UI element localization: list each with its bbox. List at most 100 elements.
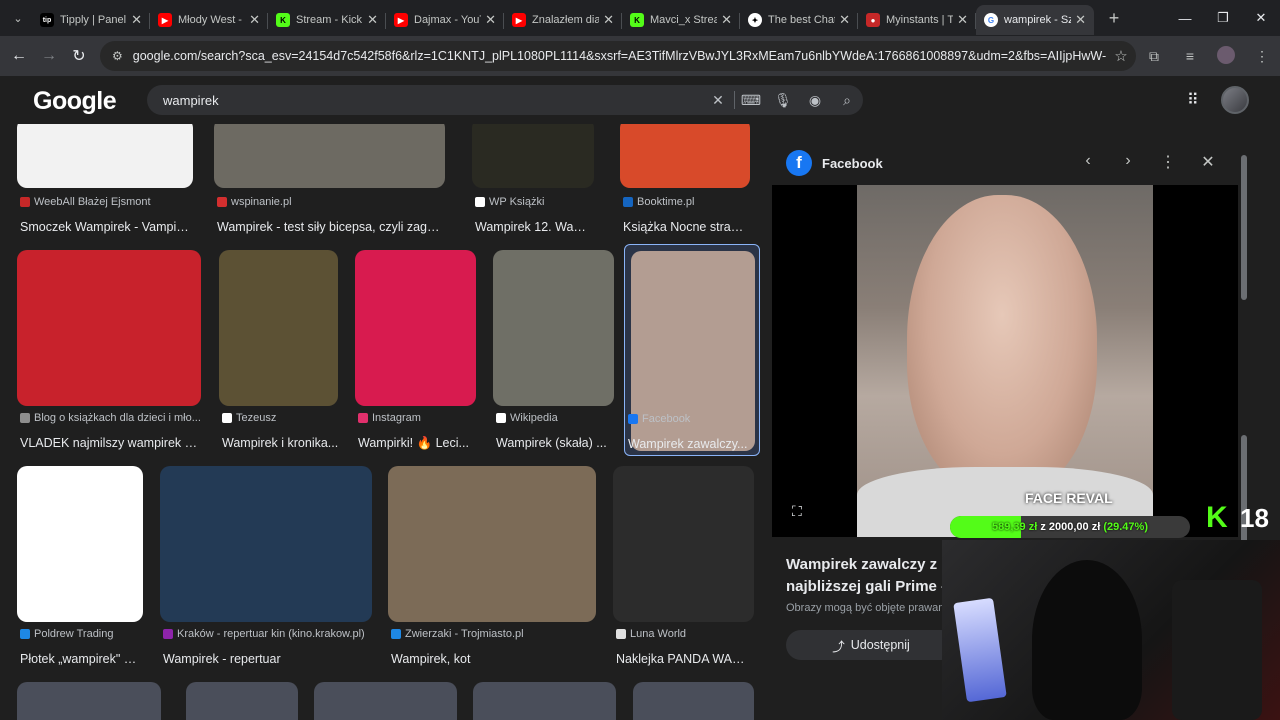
result-source[interactable]: Kraków - repertuar kin (kino.krakow.pl) — [163, 628, 415, 640]
result-title[interactable]: Płotek „wampirek" 1... — [20, 652, 140, 666]
google-logo[interactable]: Google — [33, 87, 117, 116]
browser-tab[interactable]: ▶ Młody West - B ✕ — [150, 5, 268, 35]
google-lens-icon[interactable]: ◉ — [799, 92, 831, 109]
browser-menu-icon[interactable]: ⋮ — [1244, 48, 1280, 65]
google-apps-icon[interactable]: ⠿ — [1187, 90, 1207, 110]
result-thumbnail[interactable] — [219, 250, 338, 406]
result-title[interactable]: Wampirek, kot — [391, 652, 593, 666]
forward-arrow-icon[interactable]: → — [34, 47, 64, 65]
browser-tab[interactable]: ✦ The best ChatB ✕ — [740, 5, 858, 35]
result-thumbnail[interactable] — [17, 466, 143, 622]
result-title[interactable]: Naklejka PANDA WAM... — [616, 652, 751, 666]
tab-close-icon[interactable]: ✕ — [1075, 12, 1086, 28]
tab-close-icon[interactable]: ✕ — [367, 12, 378, 28]
result-thumbnail[interactable] — [160, 466, 372, 622]
browser-tab[interactable]: ● Myinstants | Th ✕ — [858, 5, 976, 35]
result-title[interactable]: Wampirek zawalczy... — [628, 437, 758, 451]
chevron-right-icon[interactable]: › — [1108, 152, 1148, 172]
result-title[interactable]: Książka Nocne strach... — [623, 220, 747, 234]
image-result-card[interactable]: Instagram Wampirki! 🔥 Leci... — [355, 250, 476, 456]
result-thumbnail[interactable] — [17, 124, 193, 188]
result-thumbnail[interactable] — [633, 682, 754, 720]
image-result-card[interactable]: WP Książki Wampirek 12. Wamp... — [472, 124, 595, 240]
result-thumbnail[interactable] — [186, 682, 298, 720]
result-title[interactable]: Wampirki! 🔥 Leci... — [358, 436, 478, 451]
minimize-icon[interactable]: — — [1166, 0, 1204, 36]
browser-tab[interactable]: K Mavci_x Stream✕ — [622, 5, 740, 35]
tab-close-icon[interactable]: ✕ — [957, 12, 968, 28]
keyboard-icon[interactable]: ⌨ — [735, 92, 767, 109]
panel-title[interactable]: Wampirek zawalczy z M najbliższej gali P… — [786, 554, 946, 598]
extensions-icon[interactable]: ⧉ — [1136, 48, 1172, 65]
image-result-card[interactable]: Facebook Wampirek zawalczy... — [624, 244, 760, 456]
browser-tab[interactable]: K Stream - Kick D ✕ — [268, 5, 386, 35]
tab-close-icon[interactable]: ✕ — [721, 12, 732, 28]
address-bar[interactable]: ⚙ google.com/search?sca_esv=24154d7c542f… — [100, 41, 1136, 71]
image-result-card[interactable]: Zwierzaki - Trojmiasto.pl Wampirek, kot — [388, 466, 596, 672]
result-thumbnail[interactable] — [314, 682, 457, 720]
microphone-icon[interactable]: 🎙 — [767, 92, 799, 109]
result-title[interactable]: Wampirek i kronika... — [222, 436, 342, 450]
panel-source-name[interactable]: Facebook — [822, 156, 883, 171]
new-tab-button[interactable]: + — [1100, 8, 1128, 29]
image-result-card[interactable]: WeebAll Błażej Ejsmont Smoczek Wampirek -… — [17, 124, 193, 240]
result-title[interactable]: Smoczek Wampirek - Vampir... — [20, 220, 190, 234]
lens-search-icon[interactable]: ⛶ — [792, 503, 810, 521]
clear-search-icon[interactable]: ✕ — [702, 92, 734, 109]
image-result-card[interactable]: Kraków - repertuar kin (kino.krakow.pl) W… — [160, 466, 372, 672]
search-box[interactable]: wampirek ✕ ⌨ 🎙 ◉ ⌕ — [147, 85, 863, 115]
result-title[interactable]: VLADEK najmilszy wampirek n... — [20, 436, 198, 450]
image-result-card[interactable]: Booktime.pl Książka Nocne strach... — [620, 124, 750, 240]
result-source[interactable]: Facebook — [628, 413, 770, 425]
result-thumbnail[interactable] — [620, 124, 750, 188]
result-thumbnail[interactable] — [214, 124, 445, 188]
result-thumbnail[interactable] — [17, 682, 161, 720]
browser-tab[interactable]: ▶ Znalazłem diam✕ — [504, 5, 622, 35]
result-thumbnail[interactable] — [388, 466, 596, 622]
close-window-icon[interactable]: ✕ — [1242, 0, 1280, 36]
result-title[interactable]: Wampirek 12. Wamp... — [475, 220, 595, 234]
result-thumbnail[interactable] — [473, 682, 616, 720]
browser-tab[interactable]: Gwampirek - Szu✕ — [976, 5, 1094, 35]
result-source[interactable]: Booktime.pl — [623, 196, 770, 208]
reload-icon[interactable]: ↻ — [64, 46, 94, 66]
result-title[interactable]: Wampirek (skała) ... — [496, 436, 616, 450]
search-icon[interactable]: ⌕ — [831, 92, 863, 109]
result-title[interactable]: Wampirek - test siły bicepsa, czyli zagł… — [217, 220, 442, 234]
address-url[interactable]: google.com/search?sca_esv=24154d7c542f58… — [133, 49, 1106, 63]
result-thumbnail[interactable] — [613, 466, 754, 622]
result-source[interactable]: Zwierzaki - Trojmiasto.pl — [391, 628, 639, 640]
site-info-icon[interactable]: ⚙ — [112, 49, 123, 63]
image-result-card[interactable]: Blog o książkach dla dzieci i mło... VLAD… — [17, 250, 201, 456]
search-input[interactable]: wampirek — [163, 93, 702, 108]
result-source[interactable]: Blog o książkach dla dzieci i mło... — [20, 412, 244, 424]
result-thumbnail[interactable] — [355, 250, 476, 406]
result-thumbnail[interactable] — [472, 124, 594, 188]
share-button[interactable]: ⤴ Udostępnij — [786, 630, 956, 660]
preview-image[interactable]: ⛶ — [772, 185, 1238, 537]
profile-icon[interactable] — [1208, 45, 1244, 67]
result-source[interactable]: Luna World — [616, 628, 770, 640]
tab-close-icon[interactable]: ✕ — [249, 12, 260, 28]
result-source[interactable]: WP Książki — [475, 196, 637, 208]
tab-close-icon[interactable]: ✕ — [131, 12, 142, 28]
image-result-card[interactable]: Luna World Naklejka PANDA WAM... — [613, 466, 754, 672]
browser-tab[interactable]: tip Tipply | Panel u ✕ — [32, 5, 150, 35]
tab-close-icon[interactable]: ✕ — [603, 12, 614, 28]
image-result-card[interactable]: Poldrew Trading Płotek „wampirek" 1... — [17, 466, 143, 672]
chevron-left-icon[interactable]: ‹ — [1068, 152, 1108, 172]
back-arrow-icon[interactable]: ← — [4, 47, 34, 65]
tab-close-icon[interactable]: ✕ — [485, 12, 496, 28]
panel-title-line-1[interactable]: Wampirek zawalczy z M — [786, 554, 946, 576]
browser-tab[interactable]: ▶ Dajmax - YouTu ✕ — [386, 5, 504, 35]
result-thumbnail[interactable] — [17, 250, 201, 406]
panel-source-header[interactable]: f Facebook — [786, 150, 883, 176]
result-title[interactable]: Wampirek - repertuar — [163, 652, 369, 666]
account-avatar[interactable] — [1221, 86, 1249, 114]
scrollbar-thumb[interactable] — [1241, 155, 1247, 300]
result-source[interactable]: wspinanie.pl — [217, 196, 488, 208]
bookmark-star-icon[interactable]: ☆ — [1106, 47, 1136, 65]
tab-search-icon[interactable]: ⌄ — [4, 4, 32, 32]
image-result-card[interactable]: Wikipedia Wampirek (skała) ... — [493, 250, 614, 456]
tab-close-icon[interactable]: ✕ — [839, 12, 850, 28]
